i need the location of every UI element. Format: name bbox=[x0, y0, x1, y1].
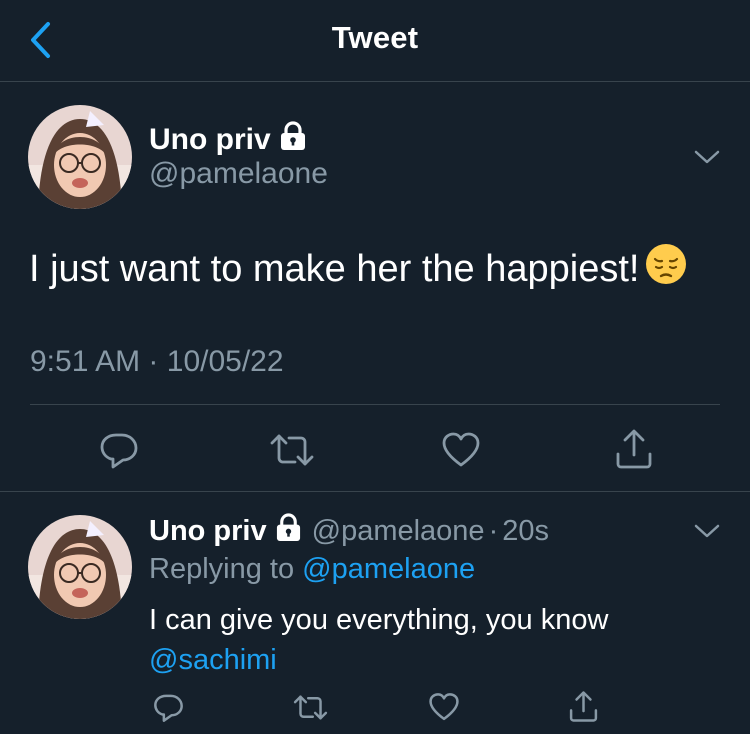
reply-header: Uno priv @pamelaone · 20s bbox=[149, 513, 549, 550]
reply-icon bbox=[100, 433, 138, 469]
reply-separator: · bbox=[488, 515, 499, 547]
pensive-face-icon bbox=[645, 243, 687, 295]
like-button[interactable] bbox=[438, 428, 484, 472]
page-title: Tweet bbox=[331, 20, 419, 55]
reply-text: I can give you everything, you know @sac… bbox=[149, 600, 608, 680]
reply-body-text: I can give you everything, you know bbox=[149, 604, 609, 636]
tweet-body: I just want to make her the happiest! bbox=[29, 247, 640, 290]
tweet-timestamp: 9:51 AM · 10/05/22 bbox=[30, 345, 284, 379]
retweet-icon bbox=[293, 694, 327, 720]
heart-icon bbox=[429, 693, 459, 721]
reply-display-name[interactable]: Uno priv bbox=[149, 515, 267, 548]
mention-link[interactable]: @sachimi bbox=[149, 640, 608, 680]
replying-to-link[interactable]: @pamelaone bbox=[302, 553, 475, 585]
retweet-icon bbox=[270, 434, 314, 466]
reply-avatar[interactable] bbox=[28, 515, 132, 619]
author-handle[interactable]: @pamelaone bbox=[149, 157, 328, 191]
divider bbox=[30, 404, 720, 405]
reply-icon bbox=[153, 694, 183, 722]
share-icon bbox=[616, 429, 652, 469]
tweet-date: 10/05/22 bbox=[166, 345, 284, 378]
timestamp-separator: · bbox=[148, 345, 159, 378]
share-button[interactable] bbox=[566, 688, 600, 724]
section-divider bbox=[0, 491, 750, 492]
replying-to-line: Replying to @pamelaone bbox=[149, 553, 475, 586]
reply-button[interactable] bbox=[97, 428, 141, 472]
retweet-button[interactable] bbox=[290, 690, 330, 724]
heart-icon bbox=[442, 432, 480, 467]
lock-icon bbox=[279, 121, 307, 159]
like-button[interactable] bbox=[426, 690, 462, 724]
author-display-name[interactable]: Uno priv bbox=[149, 123, 271, 157]
reply-age: 20s bbox=[502, 515, 550, 547]
retweet-button[interactable] bbox=[266, 428, 318, 472]
tweet-text: I just want to make her the happiest! bbox=[29, 243, 687, 295]
top-nav-bar: Tweet bbox=[0, 0, 750, 82]
replying-to-label: Replying to bbox=[149, 553, 295, 585]
share-button[interactable] bbox=[612, 426, 656, 472]
share-icon bbox=[569, 690, 597, 722]
chevron-down-icon[interactable] bbox=[693, 147, 721, 167]
author-name-row: Uno priv bbox=[149, 121, 307, 159]
chevron-down-icon[interactable] bbox=[693, 521, 721, 541]
reply-button[interactable] bbox=[151, 690, 185, 724]
lock-icon bbox=[275, 513, 302, 550]
tweet-time: 9:51 AM bbox=[30, 345, 141, 378]
reply-handle[interactable]: @pamelaone bbox=[312, 515, 485, 548]
avatar[interactable] bbox=[28, 105, 132, 209]
